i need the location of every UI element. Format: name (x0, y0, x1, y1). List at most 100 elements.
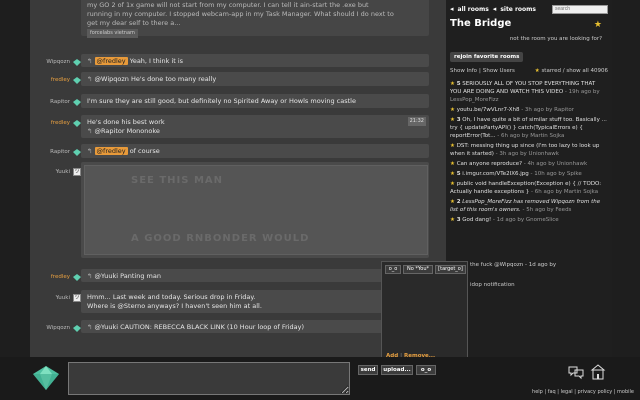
timestamp: 21:32 (407, 117, 426, 126)
message-input[interactable] (68, 362, 350, 395)
gem-avatar-icon[interactable] (73, 274, 81, 281)
reply-icon[interactable]: ↰ (87, 272, 92, 280)
reply-icon[interactable]: ↰ (87, 127, 92, 135)
starred-item[interactable]: ★ 5 i.imgur.com/VTe2IX6.jpg - 10h ago by… (450, 170, 608, 178)
gem-avatar-icon[interactable] (73, 149, 81, 156)
message-bubble[interactable]: ↰ @Yuuki Panting man (81, 269, 429, 282)
extra-button[interactable]: o_o (416, 365, 436, 375)
notification-link[interactable]: idop notification (470, 282, 515, 288)
autocomplete-popup: o_o No *You* [target_o] Add | Remove... (381, 261, 468, 364)
reply-icon[interactable]: ↰ (87, 323, 92, 331)
gem-avatar-icon[interactable] (73, 77, 81, 84)
star-icon: ★ (450, 117, 455, 123)
star-icon: ★ (450, 217, 455, 223)
message-bubble[interactable]: SEE THIS MAN A GOOD RNBONDER WOULD (81, 162, 429, 258)
top-message-line3: get my dear self to there a... (87, 19, 181, 27)
right-gutter (612, 0, 640, 360)
star-icon: ★ (450, 161, 455, 167)
upload-button[interactable]: upload... (381, 365, 413, 375)
starred-item[interactable]: ★ youtu.be/7wVLnr7-Xh8 - 3h ago by Rapit… (450, 106, 608, 114)
star-icon: ★ (450, 181, 455, 187)
sidebar-top-bar: ◂ all rooms ◂ site rooms (450, 3, 608, 15)
star-icon: ★ (450, 81, 455, 87)
message-text: @Yuuki CAUTION: REBECCA BLACK LINK (10 H… (94, 323, 305, 331)
message-text: Hmm... Last week and today. Serious drop… (87, 293, 256, 301)
starred-label[interactable]: ★ starred / show all 40906 (535, 68, 608, 74)
footer-icons (568, 364, 606, 380)
username[interactable]: Wipqozn (30, 56, 70, 65)
gem-avatar-icon[interactable] (73, 325, 81, 332)
gem-avatar-icon[interactable] (73, 59, 81, 66)
popup-option-2[interactable]: No *You* (403, 265, 433, 274)
rooms-icon: ◂ (450, 5, 454, 13)
username[interactable]: Yuuki (30, 292, 70, 301)
message-text-2: Where is @Sterno anyways? I haven't seen… (87, 302, 262, 310)
username[interactable]: fredley (30, 74, 70, 83)
username[interactable]: Wipqozn (30, 322, 70, 331)
building-icon[interactable] (590, 364, 606, 380)
rooms-icon: ◂ (492, 5, 497, 13)
star-icon: ★ (450, 143, 455, 149)
message-text-2: @Rapitor Mononoke (94, 127, 160, 135)
left-gutter (0, 0, 30, 360)
top-message: my GO 2 of 1x game will not start from m… (81, 0, 429, 38)
yuuki-avatar-icon[interactable]: ツ (73, 168, 81, 176)
sidebar-tabs: Show Info | Show Users ★ starred / show … (450, 68, 608, 74)
message-text: @Yuuki Panting man (94, 272, 161, 280)
rejoin-favorites-button[interactable]: rejoin favorite rooms (450, 52, 524, 62)
show-info-link[interactable]: Show Info (450, 68, 477, 74)
starred-item[interactable]: ★ 2 LessPop_MoreFizz has removed Wipqozn… (450, 198, 608, 214)
top-message-line1: my GO 2 of 1x game will not start from m… (87, 1, 369, 9)
message-text: Yeah, I think it is (127, 57, 184, 65)
speech-bubbles-icon[interactable] (568, 364, 584, 380)
reply-icon[interactable]: ↰ (87, 57, 92, 65)
starred-item-partial[interactable]: the fuck @Wipqozn - 1d ago by (470, 262, 556, 268)
message-text: @Wipqozn He's done too many really (94, 75, 217, 83)
starred-item[interactable]: ★ 5 SERIOUSLY ALL OF YOU STOP EVERYTHING… (450, 80, 608, 104)
username[interactable]: fredley (30, 271, 70, 280)
popup-option-3[interactable]: [target_o] (435, 265, 466, 274)
top-message-line2: running in my computer. I stopped webcam… (87, 10, 394, 18)
popup-option-1[interactable]: o_o (385, 265, 401, 274)
footer-links[interactable]: help | faq | legal | privacy policy | mo… (532, 389, 634, 395)
starred-item[interactable]: ★ DST: messing thing up since (I'm too l… (450, 142, 608, 158)
starred-item[interactable]: ★ 3 God dang! - 1d ago by GnomeSlice (450, 216, 608, 224)
username[interactable]: Yuuki (30, 166, 70, 175)
starred-item[interactable]: ★ Can anyone reproduce? - 4h ago by Unio… (450, 160, 608, 168)
room-title: The Bridge (450, 18, 512, 29)
mention[interactable]: @fredley (94, 147, 128, 155)
search-input[interactable] (552, 4, 608, 14)
all-rooms-link[interactable]: all rooms (458, 6, 489, 13)
top-message-tag[interactable]: forcelabs vietnam (87, 29, 138, 38)
mention[interactable]: @fredley (94, 57, 128, 65)
reply-icon[interactable]: ↰ (87, 147, 92, 155)
gem-user-icon (33, 366, 59, 390)
username[interactable]: fredley (30, 117, 70, 126)
star-icon[interactable]: ★ (594, 20, 602, 30)
starred-item[interactable]: ★ public void handleException(Exception … (450, 180, 608, 196)
message-bubble[interactable]: He's done his best work ↰ @Rapitor Monon… (81, 115, 429, 138)
gem-avatar-icon[interactable] (73, 120, 81, 127)
message-bubble[interactable]: ↰ @fredley Yeah, I think it is (81, 54, 429, 67)
star-icon: ★ (450, 171, 455, 177)
reply-icon[interactable]: ↰ (87, 75, 92, 83)
gem-avatar-icon[interactable] (73, 99, 81, 106)
username[interactable]: Rapitor (30, 146, 70, 155)
message-bubble[interactable]: Hmm... Last week and today. Serious drop… (81, 290, 429, 313)
starred-list: ★ 5 SERIOUSLY ALL OF YOU STOP EVERYTHING… (450, 80, 608, 226)
image-caption-top: SEE THIS MAN (131, 175, 223, 186)
message-bubble[interactable]: I'm sure they are still good, but defini… (81, 94, 429, 108)
starred-item[interactable]: ★ 3 Oh, I have quite a bit of similar st… (450, 116, 608, 140)
star-icon: ★ (534, 68, 540, 74)
username[interactable]: Rapitor (30, 96, 70, 105)
send-button[interactable]: send (358, 365, 378, 375)
yuuki-avatar-icon[interactable]: ツ (73, 294, 81, 302)
room-description[interactable]: not the room you are looking for? (510, 36, 602, 42)
message-bubble[interactable]: ↰ @Yuuki CAUTION: REBECCA BLACK LINK (10… (81, 320, 429, 333)
message-bubble[interactable]: ↰ @fredley of course (81, 144, 429, 158)
star-icon: ★ (450, 199, 455, 205)
site-rooms-link[interactable]: site rooms (500, 6, 536, 13)
show-users-link[interactable]: Show Users (483, 68, 515, 74)
message-bubble[interactable]: ↰ @Wipqozn He's done too many really (81, 72, 429, 86)
star-icon: ★ (450, 107, 455, 113)
